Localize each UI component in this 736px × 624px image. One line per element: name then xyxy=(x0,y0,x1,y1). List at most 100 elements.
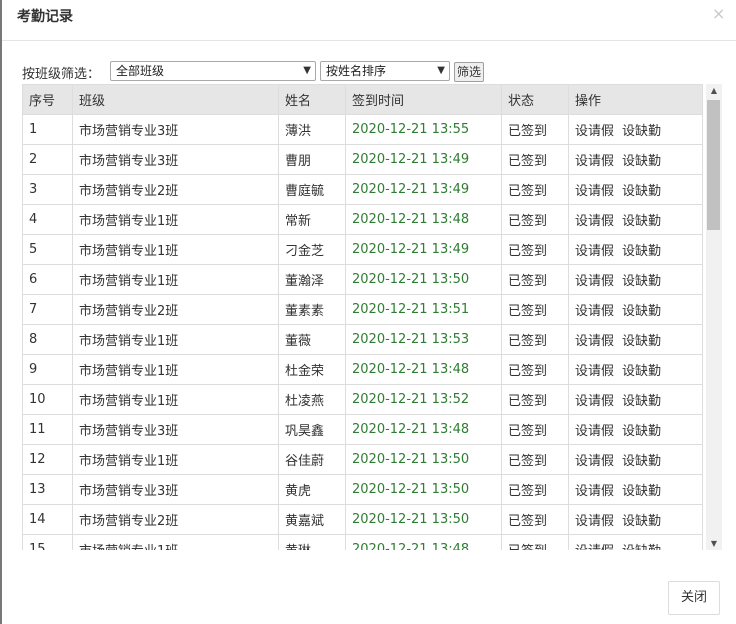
cell-class: 市场营销专业2班 xyxy=(72,504,279,535)
cell-name: 杜凌燕 xyxy=(278,384,346,415)
table-row: 5 市场营销专业1班 刁金芝 2020-12-21 13:49 已签到 设请假 设缺勤 xyxy=(22,234,703,265)
close-button[interactable]: 关闭 xyxy=(668,581,720,615)
scroll-up-icon[interactable]: ▲ xyxy=(706,86,722,95)
dialog-title: 考勤记录 xyxy=(17,9,73,25)
sort-value: 按姓名排序 xyxy=(326,64,387,78)
set-absent-link[interactable]: 设缺勤 xyxy=(622,274,661,289)
cell-index: 7 xyxy=(22,294,73,325)
set-leave-link[interactable]: 设请假 xyxy=(575,544,614,550)
cell-status: 已签到 xyxy=(501,324,569,355)
table-row: 2 市场营销专业3班 曹朋 2020-12-21 13:49 已签到 设请假 设缺勤 xyxy=(22,144,703,175)
cell-actions: 设请假设缺勤 xyxy=(568,444,703,475)
cell-status: 已签到 xyxy=(501,384,569,415)
table-row: 10 市场营销专业1班 杜凌燕 2020-12-21 13:52 已签到 设请假 设缺勤 xyxy=(22,384,703,415)
cell-index: 9 xyxy=(22,354,73,385)
class-filter-select[interactable]: 全部班级 ▼ xyxy=(110,61,316,81)
set-leave-link[interactable]: 设请假 xyxy=(575,274,614,289)
set-leave-link[interactable]: 设请假 xyxy=(575,244,614,259)
cell-status: 已签到 xyxy=(501,114,569,145)
cell-index: 8 xyxy=(22,324,73,355)
table-row: 7 市场营销专业2班 董素素 2020-12-21 13:51 已签到 设请假 设缺勤 xyxy=(22,294,703,325)
set-leave-link[interactable]: 设请假 xyxy=(575,304,614,319)
cell-index: 5 xyxy=(22,234,73,265)
set-absent-link[interactable]: 设缺勤 xyxy=(622,544,661,550)
header-status: 状态 xyxy=(501,84,569,115)
set-absent-link[interactable]: 设缺勤 xyxy=(622,364,661,379)
cell-checkin-time: 2020-12-21 13:49 xyxy=(345,174,502,205)
cell-status: 已签到 xyxy=(501,414,569,445)
set-absent-link[interactable]: 设缺勤 xyxy=(622,334,661,349)
set-absent-link[interactable]: 设缺勤 xyxy=(622,124,661,139)
set-leave-link[interactable]: 设请假 xyxy=(575,394,614,409)
cell-class: 市场营销专业3班 xyxy=(72,114,279,145)
set-absent-link[interactable]: 设缺勤 xyxy=(622,424,661,439)
cell-status: 已签到 xyxy=(501,174,569,205)
cell-class: 市场营销专业1班 xyxy=(72,204,279,235)
cell-name: 黄琳 xyxy=(278,534,346,550)
cell-actions: 设请假设缺勤 xyxy=(568,264,703,295)
header-class: 班级 xyxy=(72,84,279,115)
cell-actions: 设请假设缺勤 xyxy=(568,294,703,325)
cell-class: 市场营销专业1班 xyxy=(72,264,279,295)
chevron-down-icon: ▼ xyxy=(437,65,445,76)
table-row: 13 市场营销专业3班 黄虎 2020-12-21 13:50 已签到 设请假 设缺勤 xyxy=(22,474,703,505)
cell-checkin-time: 2020-12-21 13:48 xyxy=(345,354,502,385)
cell-status: 已签到 xyxy=(501,294,569,325)
set-leave-link[interactable]: 设请假 xyxy=(575,514,614,529)
table-body: 1 市场营销专业3班 薄洪 2020-12-21 13:55 已签到 设请假 设缺勤 2 市场营… xyxy=(22,114,703,550)
set-leave-link[interactable]: 设请假 xyxy=(575,184,614,199)
set-absent-link[interactable]: 设缺勤 xyxy=(622,484,661,499)
scrollbar-thumb[interactable] xyxy=(707,100,720,230)
set-absent-link[interactable]: 设缺勤 xyxy=(622,304,661,319)
set-leave-link[interactable]: 设请假 xyxy=(575,154,614,169)
cell-name: 黄嘉斌 xyxy=(278,504,346,535)
set-absent-link[interactable]: 设缺勤 xyxy=(622,154,661,169)
set-absent-link[interactable]: 设缺勤 xyxy=(622,214,661,229)
cell-class: 市场营销专业1班 xyxy=(72,354,279,385)
cell-checkin-time: 2020-12-21 13:52 xyxy=(345,384,502,415)
table-row: 1 市场营销专业3班 薄洪 2020-12-21 13:55 已签到 设请假 设缺勤 xyxy=(22,114,703,145)
cell-status: 已签到 xyxy=(501,204,569,235)
cell-checkin-time: 2020-12-21 13:49 xyxy=(345,234,502,265)
cell-class: 市场营销专业3班 xyxy=(72,144,279,175)
cell-class: 市场营销专业3班 xyxy=(72,414,279,445)
set-leave-link[interactable]: 设请假 xyxy=(575,454,614,469)
cell-checkin-time: 2020-12-21 13:49 xyxy=(345,144,502,175)
title-divider xyxy=(2,40,736,41)
set-leave-link[interactable]: 设请假 xyxy=(575,334,614,349)
set-absent-link[interactable]: 设缺勤 xyxy=(622,394,661,409)
cell-actions: 设请假设缺勤 xyxy=(568,174,703,205)
cell-name: 曹朋 xyxy=(278,144,346,175)
cell-index: 12 xyxy=(22,444,73,475)
set-leave-link[interactable]: 设请假 xyxy=(575,484,614,499)
cell-checkin-time: 2020-12-21 13:50 xyxy=(345,444,502,475)
cell-index: 4 xyxy=(22,204,73,235)
header-actions: 操作 xyxy=(568,84,703,115)
attendance-table-container[interactable]: 序号 班级 姓名 签到时间 状态 操作 1 市场营销专业3班 薄洪 2020-12-2… xyxy=(22,84,706,550)
set-absent-link[interactable]: 设缺勤 xyxy=(622,184,661,199)
cell-index: 15 xyxy=(22,534,73,550)
filter-button[interactable]: 筛选 xyxy=(454,62,484,82)
table-scrollbar[interactable]: ▲ ▼ xyxy=(706,84,722,550)
set-leave-link[interactable]: 设请假 xyxy=(575,424,614,439)
cell-index: 13 xyxy=(22,474,73,505)
set-absent-link[interactable]: 设缺勤 xyxy=(622,454,661,469)
cell-name: 谷佳蔚 xyxy=(278,444,346,475)
cell-name: 刁金芝 xyxy=(278,234,346,265)
sort-select[interactable]: 按姓名排序 ▼ xyxy=(320,61,450,81)
close-icon[interactable]: × xyxy=(712,4,725,23)
set-absent-link[interactable]: 设缺勤 xyxy=(622,244,661,259)
cell-actions: 设请假设缺勤 xyxy=(568,414,703,445)
cell-class: 市场营销专业1班 xyxy=(72,444,279,475)
cell-name: 曹庭毓 xyxy=(278,174,346,205)
cell-name: 薄洪 xyxy=(278,114,346,145)
cell-actions: 设请假设缺勤 xyxy=(568,384,703,415)
set-leave-link[interactable]: 设请假 xyxy=(575,364,614,379)
header-checkin-time: 签到时间 xyxy=(345,84,502,115)
set-absent-link[interactable]: 设缺勤 xyxy=(622,514,661,529)
set-leave-link[interactable]: 设请假 xyxy=(575,214,614,229)
cell-status: 已签到 xyxy=(501,354,569,385)
set-leave-link[interactable]: 设请假 xyxy=(575,124,614,139)
scroll-down-icon[interactable]: ▼ xyxy=(706,539,722,548)
cell-actions: 设请假设缺勤 xyxy=(568,324,703,355)
